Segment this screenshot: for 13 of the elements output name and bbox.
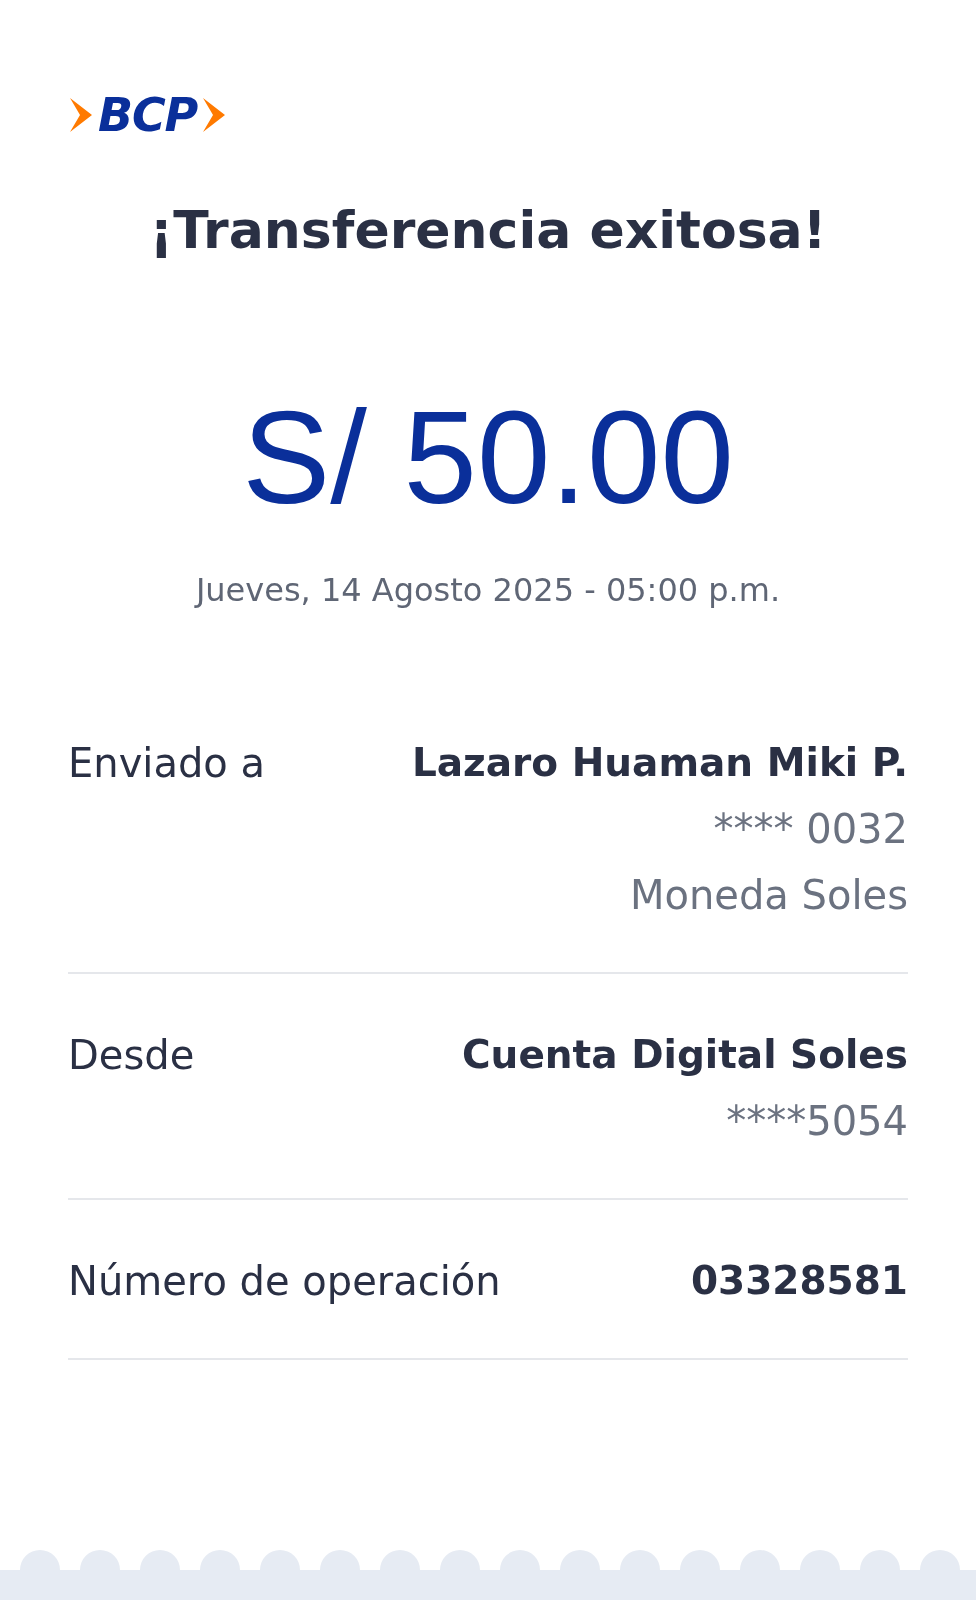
detail-label: Desde <box>68 1031 195 1080</box>
date-time-text: Jueves, 14 Agosto 2025 - 05:00 p.m. <box>195 574 781 606</box>
detail-value: 03328581 <box>690 1257 908 1305</box>
detail-label: Enviado a <box>68 739 265 788</box>
detail-label: Número de operación <box>68 1257 501 1306</box>
logo-text: BCP <box>98 92 198 138</box>
detail-subtext: ****5054 <box>726 1097 908 1146</box>
detail-value: Lazaro Huaman Miki P. <box>411 739 908 787</box>
success-title: ¡Transferencia exitosa! <box>149 204 827 256</box>
amount-text: S/ 50.00 <box>242 392 734 524</box>
detail-subtext: Moneda Soles <box>630 871 908 920</box>
detail-value: Cuenta Digital Soles <box>462 1031 908 1079</box>
detail-subtext: **** 0032 <box>713 805 908 854</box>
